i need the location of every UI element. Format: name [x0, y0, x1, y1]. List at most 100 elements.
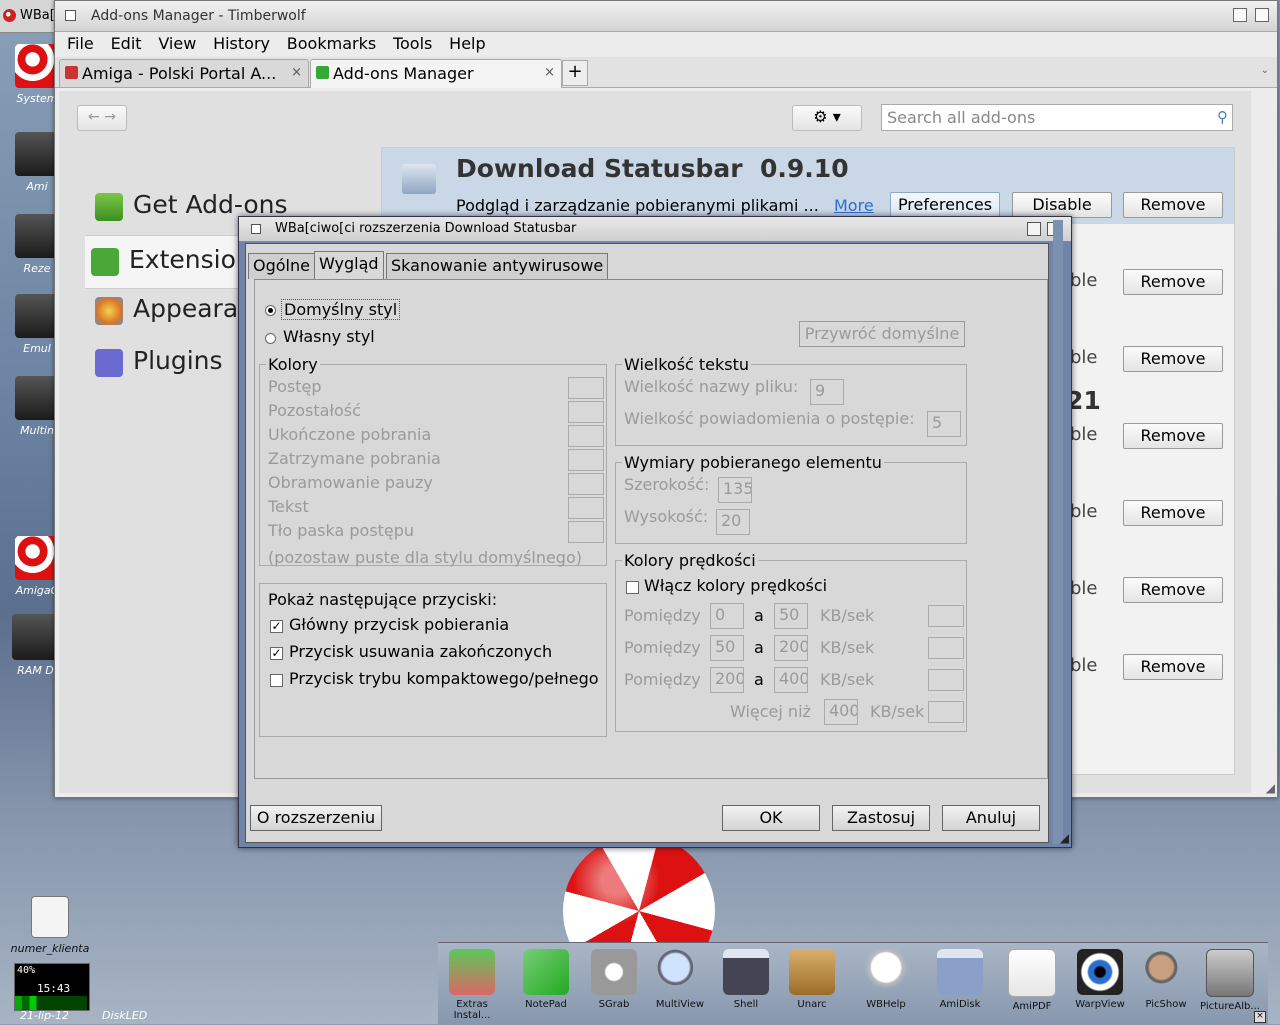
tab-antivirus-scan[interactable]: Skanowanie antywirusowe — [386, 253, 609, 279]
dialog-zoom-button[interactable] — [1027, 222, 1041, 236]
browser-title-bar[interactable]: Add-ons Manager - Timberwolf — [55, 1, 1277, 32]
enable-speed-colors-checkbox[interactable] — [626, 581, 639, 594]
menu-file[interactable]: File — [67, 32, 94, 56]
default-style-label[interactable]: Domyślny styl — [281, 299, 401, 320]
main-download-button-checkbox[interactable]: ✓ — [270, 620, 283, 633]
menu-history[interactable]: History — [213, 32, 270, 56]
speed-from-input-2[interactable]: 50 — [710, 635, 744, 661]
dock-item-notepad[interactable]: NotePad — [514, 947, 578, 1010]
speed-from-input-3[interactable]: 200 — [710, 667, 744, 693]
speed-color-swatch-3[interactable] — [928, 669, 964, 691]
tab-general[interactable]: Ogólne — [248, 253, 315, 279]
custom-style-label[interactable]: Własny styl — [283, 327, 375, 346]
clear-finished-button-label[interactable]: Przycisk usuwania zakończonych — [289, 642, 552, 661]
tab-appearance[interactable]: Wygląd — [314, 251, 384, 279]
dialog-resize-grip-icon[interactable]: ◢ — [1060, 831, 1069, 845]
about-extension-button[interactable]: O rozszerzeniu — [250, 805, 382, 831]
disable-button-partial[interactable]: ble — [1070, 347, 1098, 368]
back-forward-buttons[interactable]: ← → — [77, 105, 127, 131]
color-swatch-text[interactable] — [568, 497, 604, 519]
window-zoom-button[interactable] — [1233, 8, 1247, 22]
menu-tools[interactable]: Tools — [393, 32, 432, 56]
dock-item-picshow[interactable]: PicShow — [1134, 947, 1198, 1010]
resize-grip-icon[interactable]: ◢ — [1266, 781, 1275, 795]
cancel-button[interactable]: Anuluj — [942, 805, 1040, 831]
remove-button[interactable]: Remove — [1123, 500, 1223, 526]
speed-to-input-1[interactable]: 50 — [774, 603, 808, 629]
color-swatch-pause-border[interactable] — [568, 473, 604, 495]
dock-item-warpview[interactable]: WarpView — [1068, 947, 1132, 1010]
dock-item-amipdf[interactable]: AmiPDF — [1000, 947, 1064, 1012]
tab-close-icon[interactable]: × — [291, 65, 302, 80]
forward-arrow-icon[interactable]: → — [104, 109, 116, 125]
back-arrow-icon[interactable]: ← — [88, 109, 100, 125]
tools-gear-button[interactable]: ⚙ ▾ — [792, 105, 862, 131]
default-style-radio[interactable] — [265, 305, 276, 316]
disable-button-partial[interactable]: ble — [1070, 501, 1098, 522]
dock-item-unarc[interactable]: Unarc — [780, 947, 844, 1010]
dialog-title-bar[interactable]: WBa[ciwo[ci rozszerzenia Download Status… — [239, 217, 1071, 242]
speed-color-swatch-1[interactable] — [928, 605, 964, 627]
filename-size-input[interactable]: 9 — [810, 379, 844, 405]
remove-button[interactable]: Remove — [1123, 654, 1223, 680]
extension-item-selected[interactable]: Download Statusbar 0.9.10 Podgląd i zarz… — [382, 148, 1234, 224]
speed-color-swatch-4[interactable] — [928, 701, 964, 723]
speed-to-input-2[interactable]: 200 — [774, 635, 808, 661]
custom-style-radio[interactable] — [265, 333, 276, 344]
speed-color-swatch-2[interactable] — [928, 637, 964, 659]
tab-close-icon[interactable]: × — [544, 65, 555, 80]
dock-item-multiview[interactable]: MultiView — [648, 947, 712, 1010]
dock-close-icon[interactable]: × — [1254, 1011, 1266, 1023]
dock-item-extras-installer[interactable]: Extras Instal... — [440, 947, 504, 1021]
disable-button-partial[interactable]: ble — [1070, 578, 1098, 599]
color-swatch-completed[interactable] — [568, 425, 604, 447]
width-input[interactable]: 135 — [718, 477, 752, 503]
remove-button[interactable]: Remove — [1123, 269, 1223, 295]
disable-button-partial[interactable]: ble — [1070, 424, 1098, 445]
tab-list-icon[interactable]: ⌄ — [1261, 65, 1269, 76]
search-input[interactable]: Search all add-ons ⚲ — [881, 104, 1233, 131]
remove-button[interactable]: Remove — [1123, 577, 1223, 603]
compact-mode-button-checkbox[interactable] — [270, 674, 283, 687]
ok-button[interactable]: OK — [722, 805, 820, 831]
dock-item-sgrab[interactable]: SGrab — [582, 947, 646, 1010]
menu-edit[interactable]: Edit — [111, 32, 142, 56]
more-link[interactable]: More — [834, 196, 874, 215]
speed-to-input-3[interactable]: 400 — [774, 667, 808, 693]
dock-item-picturealbum[interactable]: PictureAlb... — [1198, 947, 1262, 1012]
color-swatch-remaining[interactable] — [568, 401, 604, 423]
tab-amiga-portal[interactable]: Amiga - Polski Portal A... × — [59, 59, 309, 87]
enable-speed-colors-label[interactable]: Włącz kolory prędkości — [644, 576, 827, 595]
dialog-close-button[interactable] — [251, 224, 261, 234]
color-swatch-paused[interactable] — [568, 449, 604, 471]
search-icon[interactable]: ⚲ — [1217, 108, 1228, 126]
restore-defaults-button[interactable]: Przywróć domyślne — [799, 321, 965, 347]
desktop-icon-numer-klienta[interactable]: numer_klienta — [8, 896, 92, 955]
height-input[interactable]: 20 — [716, 509, 750, 535]
compact-mode-button-label[interactable]: Przycisk trybu kompaktowego/pełnego — [289, 669, 599, 688]
menu-view[interactable]: View — [158, 32, 196, 56]
speed-from-input-1[interactable]: 0 — [710, 603, 744, 629]
window-close-button[interactable] — [65, 10, 76, 21]
disable-button[interactable]: Disable — [1012, 192, 1112, 218]
speed-more-input[interactable]: 400 — [824, 699, 858, 725]
dock-item-amidisk[interactable]: AmiDisk — [928, 947, 992, 1010]
color-swatch-progress-bg[interactable] — [568, 521, 604, 543]
menu-bookmarks[interactable]: Bookmarks — [287, 32, 376, 56]
remove-button[interactable]: Remove — [1123, 423, 1223, 449]
disable-button-partial[interactable]: ble — [1070, 655, 1098, 676]
disable-button-partial[interactable]: ble — [1070, 270, 1098, 291]
preferences-button[interactable]: Preferences — [890, 192, 1000, 218]
main-download-button-label[interactable]: Główny przycisk pobierania — [289, 615, 509, 634]
tab-addons-manager[interactable]: Add-ons Manager × — [310, 59, 562, 88]
clear-finished-button-checkbox[interactable]: ✓ — [270, 647, 283, 660]
remove-button[interactable]: Remove — [1123, 346, 1223, 372]
progress-size-input[interactable]: 5 — [927, 411, 961, 437]
color-swatch-progress[interactable] — [568, 377, 604, 399]
window-depth-button[interactable] — [1255, 8, 1269, 22]
new-tab-button[interactable]: + — [562, 60, 588, 86]
remove-button[interactable]: Remove — [1123, 192, 1223, 218]
dock-item-shell[interactable]: Shell — [714, 947, 778, 1010]
menu-help[interactable]: Help — [449, 32, 485, 56]
apply-button[interactable]: Zastosuj — [832, 805, 930, 831]
